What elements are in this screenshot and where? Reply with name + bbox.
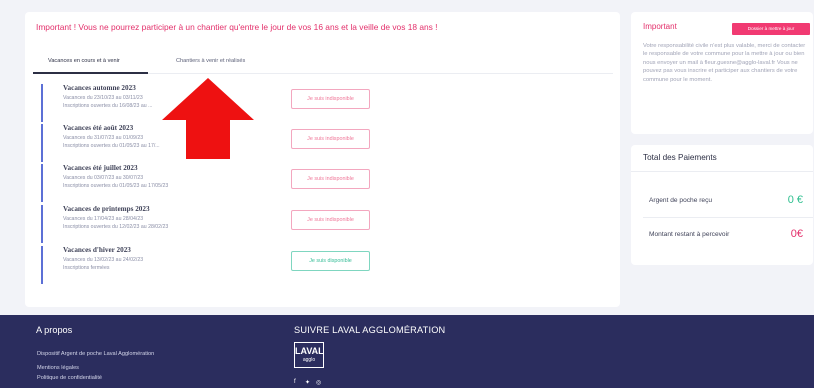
item-registrations: Inscriptions ouvertes du 01/05/23 au 17/… [63,183,169,189]
item-title: Vacances d'hiver 2023 [63,246,131,254]
important-card: Important Dossier à mettre à jour Votre … [631,12,813,134]
item-registrations: Inscriptions ouvertes du 12/02/23 au 28/… [63,224,169,230]
logo-sub: agglo [302,357,316,363]
follow-title: SUIVRE LAVAL AGGLOMÉRATION [294,325,446,335]
item-title: Vacances été juillet 2023 [63,164,138,172]
footer-link-privacy[interactable]: Politique de confidentialité [37,375,102,381]
unavailable-button[interactable]: Je suis indisponible [291,129,370,149]
payments-header: Total des Paiements [631,145,813,172]
item-registrations: Inscriptions ouvertes du 01/05/23 au 17/… [63,143,160,149]
red-arrow-annotation [162,78,254,159]
about-title: A propos [36,325,73,335]
facebook-icon[interactable]: f [294,379,296,385]
list-item: Vacances de printemps 2023 Vacances du 1… [41,205,601,243]
important-title: Important [643,22,677,31]
remaining-label: Montant restant à percevoir [649,231,730,238]
update-file-badge[interactable]: Dossier à mettre à jour [732,23,810,35]
tabs: Vacances en cours et à venir Chantiers à… [33,54,613,74]
item-bar [41,205,43,243]
footer-link-legal[interactable]: Mentions légales [37,365,79,371]
unavailable-button[interactable]: Je suis indisponible [291,210,370,230]
item-registrations: Inscriptions ouvertes du 16/08/23 au ... [63,103,153,109]
list-item: Vacances automne 2023 Vacances du 23/10/… [41,84,601,122]
logo-main: LAVAL [295,346,324,356]
payments-card: Total des Paiements Argent de poche reçu… [631,145,813,265]
twitter-icon[interactable]: ✦ [305,379,310,386]
received-label: Argent de poche reçu [649,197,713,204]
list-item: Vacances été juillet 2023 Vacances du 03… [41,164,601,202]
item-title: Vacances automne 2023 [63,84,136,92]
remaining-value: 0€ [790,228,803,240]
item-dates: Vacances du 17/04/23 au 28/04/23 [63,216,144,222]
unavailable-button[interactable]: Je suis indisponible [291,169,370,189]
instagram-icon[interactable]: ◎ [316,379,321,386]
list-item: Vacances été août 2023 Vacances du 31/07… [41,124,601,162]
item-dates: Vacances du 03/07/23 au 30/07/23 [63,175,144,181]
item-dates: Vacances du 23/10/23 au 03/11/23 [63,95,143,101]
item-dates: Vacances du 13/02/23 au 24/02/23 [63,257,144,263]
item-bar [41,164,43,202]
item-bar [41,84,43,122]
item-bar [41,124,43,162]
available-button[interactable]: Je suis disponible [291,251,370,271]
important-banner: Important ! Vous ne pourrez participer à… [36,22,438,32]
active-tab-indicator [33,72,148,74]
tab-past-projects[interactable]: Chantiers à venir et réalisés [176,58,245,64]
item-dates: Vacances du 31/07/23 au 01/09/23 [63,135,144,141]
item-bar [41,246,43,284]
footer-link-dispositif[interactable]: Dispositif Argent de poche Laval Agglomé… [37,351,154,357]
arrow-shape [162,78,254,159]
received-value: 0 € [787,194,803,206]
item-title: Vacances de printemps 2023 [63,205,150,213]
unavailable-button[interactable]: Je suis indisponible [291,89,370,109]
payments-divider [643,217,813,218]
footer: A propos Dispositif Argent de poche Lava… [0,315,814,388]
holidays-card: Important ! Vous ne pourrez participer à… [25,12,620,307]
important-text: Votre responsabilité civile n'est plus v… [643,43,806,83]
tab-current-holidays[interactable]: Vacances en cours et à venir [48,58,120,64]
list-item: Vacances d'hiver 2023 Vacances du 13/02/… [41,246,601,284]
laval-agglo-logo[interactable]: LAVAL agglo [294,342,324,368]
item-registrations: Inscriptions fermées [63,265,110,271]
payments-title: Total des Paiements [643,153,717,162]
item-title: Vacances été août 2023 [63,124,134,132]
